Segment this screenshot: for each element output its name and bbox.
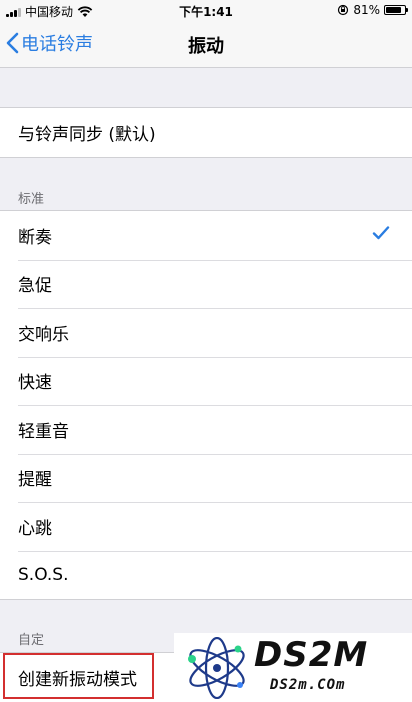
- vibration-item-rapid[interactable]: 急促: [0, 259, 412, 309]
- create-vibration-label: 创建新振动模式: [18, 669, 137, 690]
- list-item-label: 提醒: [18, 470, 52, 491]
- custom-section-header: 自定: [18, 633, 45, 648]
- list-item-label: S.O.S.: [18, 564, 69, 585]
- watermark-brand: DS2M: [254, 635, 369, 675]
- watermark: DS2M DS2m.COm: [174, 633, 412, 702]
- vibration-item-staccato[interactable]: 断奏: [0, 211, 412, 260]
- status-right: 81%: [337, 3, 408, 17]
- screen: 中国移动 下午1:41 81% 电话铃声 振动 与铃声同步 (默认) 标准 断奏…: [0, 0, 412, 702]
- sync-item-label: 与铃声同步 (默认): [18, 124, 156, 145]
- vibration-item-heartbeat[interactable]: 心跳: [0, 502, 412, 551]
- vibration-item-symphony[interactable]: 交响乐: [0, 308, 412, 357]
- list-item-label: 快速: [18, 373, 52, 394]
- standard-group: 断奏 急促 交响乐 快速 轻重音 提醒 心跳 S.O.S.: [0, 210, 412, 600]
- vibration-item-accent[interactable]: 轻重音: [0, 405, 412, 454]
- nav-bar: 电话铃声 振动: [0, 20, 412, 68]
- vibration-item-quick[interactable]: 快速: [0, 356, 412, 406]
- list-item-label: 心跳: [18, 518, 52, 539]
- atom-logo-icon: [188, 637, 245, 699]
- vibration-item-alert[interactable]: 提醒: [0, 453, 412, 503]
- battery-icon: [384, 5, 408, 15]
- checkmark-icon: [372, 226, 390, 240]
- standard-section-header: 标准: [18, 192, 45, 207]
- list-item-label: 轻重音: [18, 421, 69, 442]
- list-item-label: 交响乐: [18, 324, 69, 345]
- orientation-lock-icon: [338, 4, 349, 16]
- page-title: 振动: [188, 36, 224, 57]
- list-item-label: 断奏: [18, 227, 52, 248]
- sync-with-ringtone-item[interactable]: 与铃声同步 (默认): [0, 108, 412, 157]
- battery-percent: 81%: [353, 3, 380, 17]
- list-item-label: 急促: [18, 276, 52, 297]
- status-bar: 中国移动 下午1:41 81%: [0, 0, 412, 20]
- sync-group: 与铃声同步 (默认): [0, 107, 412, 158]
- vibration-item-sos[interactable]: S.O.S.: [0, 550, 412, 600]
- watermark-url: DS2m.COm: [270, 677, 346, 693]
